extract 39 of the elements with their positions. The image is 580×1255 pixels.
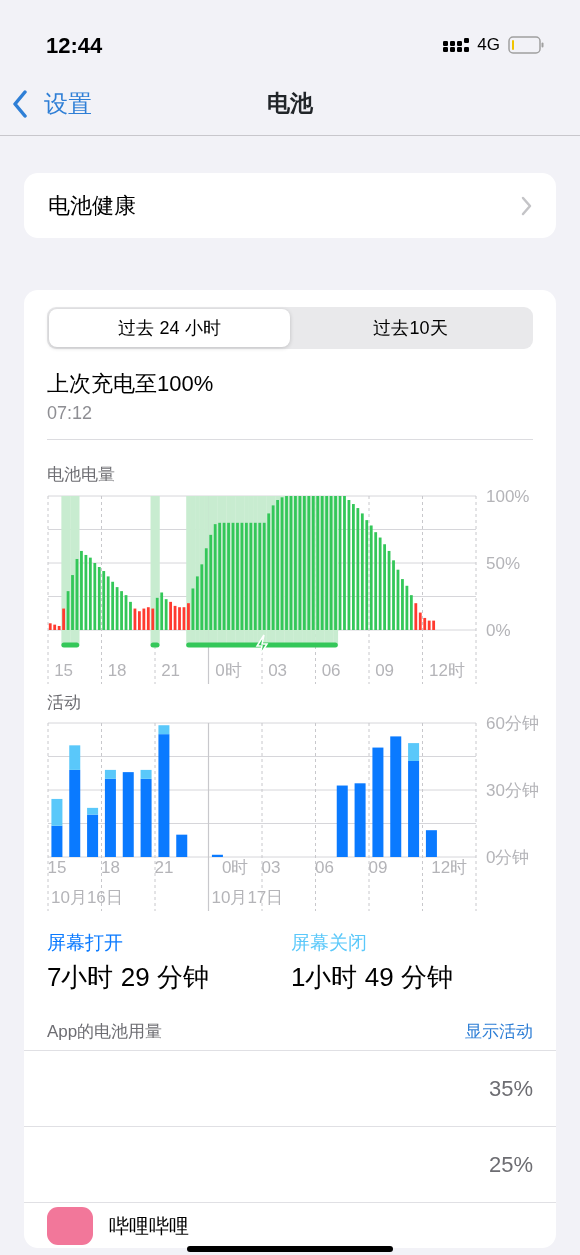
y-axis-label: 0% <box>486 620 511 640</box>
chart-title: 活动 <box>47 691 82 714</box>
x-axis-label: 06 <box>321 660 341 680</box>
x-axis-label: 18 <box>107 660 127 680</box>
duration-value: 7小时 29 分钟 <box>47 960 210 994</box>
chart-title: 电池电量 <box>47 464 116 486</box>
usage-percent: 25% <box>488 1151 533 1179</box>
legend-label: 屏幕关闭 <box>291 931 368 955</box>
x-axis-label: 15 <box>47 858 67 877</box>
y-axis-label: 50% <box>486 553 521 573</box>
duration-value: 1小时 49 分钟 <box>291 960 454 994</box>
y-axis-label: 100% <box>486 487 530 506</box>
status-time: 12:44 <box>46 31 103 60</box>
network-type: 4G <box>477 34 500 57</box>
date-label: 10月17日 <box>211 888 284 907</box>
y-axis-label: 30分钟 <box>486 781 539 800</box>
x-axis-label: 12时 <box>429 660 465 680</box>
section-header: App的电池用量 <box>47 1020 163 1043</box>
x-axis-label: 09 <box>375 660 395 680</box>
x-axis-label: 03 <box>268 660 288 680</box>
x-axis-label: 03 <box>261 858 281 877</box>
y-axis-label: 60分钟 <box>486 715 539 733</box>
y-axis-label: 0分钟 <box>486 848 530 867</box>
x-axis-label: 18 <box>100 858 120 877</box>
usage-percent: 35% <box>488 1075 533 1103</box>
x-axis-label: 15 <box>54 660 74 680</box>
last-charge-time: 07:12 <box>47 402 94 425</box>
x-axis-label: 0时 <box>215 660 242 680</box>
page-title: 电池 <box>267 89 313 118</box>
x-axis-label: 0时 <box>222 858 249 877</box>
legend-label: 屏幕打开 <box>47 931 124 955</box>
date-label: 10月16日 <box>51 888 123 907</box>
x-axis-label: 21 <box>154 858 174 877</box>
x-axis-label: 06 <box>314 858 334 877</box>
app-name: 哔哩哔哩 <box>109 1213 189 1239</box>
x-axis-label: 12时 <box>431 858 468 877</box>
x-axis-label: 21 <box>161 660 181 680</box>
x-axis-label: 09 <box>368 858 388 877</box>
last-charge-title: 上次充电至100% <box>47 370 215 398</box>
